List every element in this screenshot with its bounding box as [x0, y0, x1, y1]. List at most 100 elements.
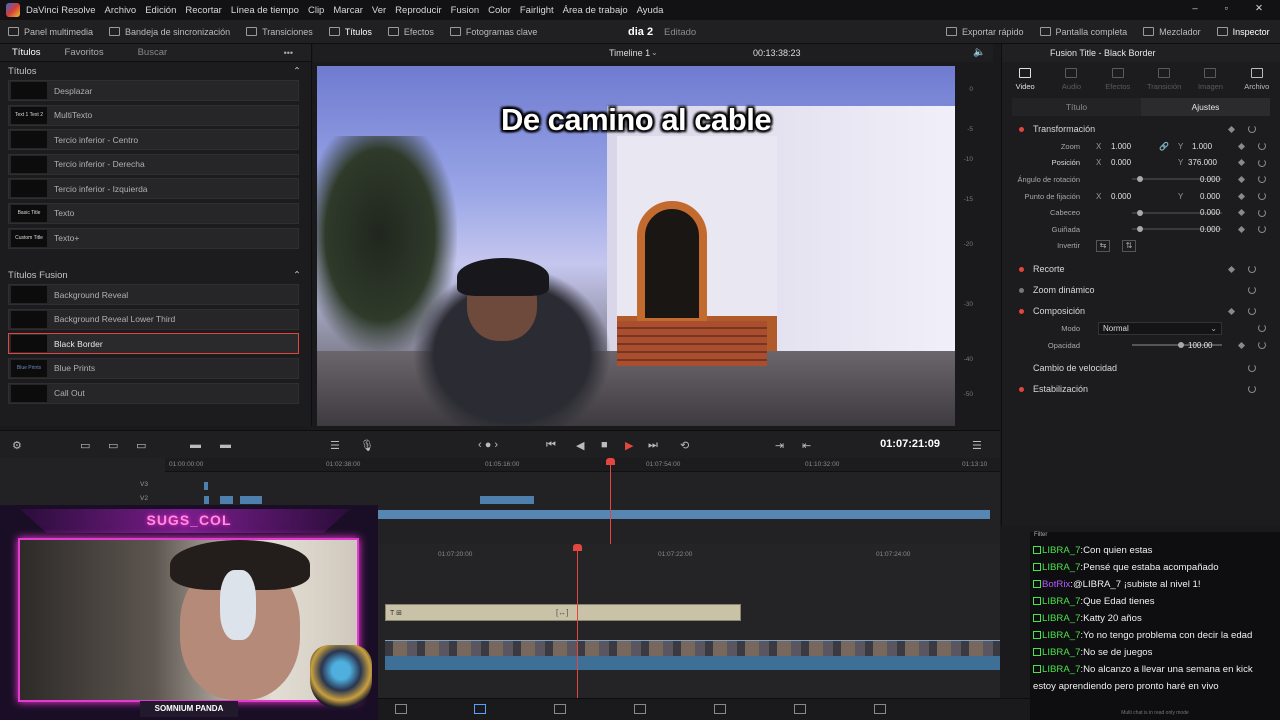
fusion-title-item[interactable]: Call Out [8, 382, 299, 404]
transitions-button[interactable]: Transiciones [238, 20, 321, 44]
playhead-line[interactable] [610, 464, 611, 544]
subtab-settings[interactable]: Ajustes [1141, 98, 1270, 116]
zoom-x-field[interactable]: 1.000 [1111, 142, 1131, 151]
keyframe-icon[interactable] [1237, 142, 1246, 150]
slider-knob[interactable] [1178, 342, 1184, 349]
keyframe-icon[interactable] [1227, 307, 1236, 315]
timeline-clip[interactable] [220, 496, 233, 504]
fusion-title-item-selected[interactable]: Black Border [8, 333, 299, 355]
speaker-icon[interactable]: 🔈 [973, 47, 985, 58]
pitch-field[interactable]: 0.000 [1200, 208, 1220, 217]
slider-knob[interactable] [1137, 176, 1143, 183]
fusion-page-icon[interactable] [634, 704, 646, 714]
timeline-view-icon[interactable]: ⚙ [12, 439, 22, 452]
reset-icon[interactable] [1248, 307, 1256, 316]
mark-in-icon[interactable]: ⇥ [775, 439, 784, 452]
go-to-start-icon[interactable]: ⏮ [546, 439, 556, 452]
flip-vertical-icon[interactable]: ⇅ [1122, 239, 1136, 252]
playhead-line[interactable] [577, 550, 578, 698]
reset-icon[interactable] [1258, 142, 1266, 151]
position-y-field[interactable]: 376.000 [1188, 158, 1217, 167]
cut-page-icon[interactable] [474, 704, 486, 714]
quick-export-button[interactable]: Exportar rápido [938, 20, 1032, 44]
video-clip-thumbnails[interactable] [385, 640, 1000, 656]
keyframe-icon[interactable] [1237, 175, 1246, 184]
keyframe-icon[interactable] [1227, 265, 1236, 273]
rotation-field[interactable]: 0.000 [1200, 175, 1220, 184]
tab-titles[interactable]: Títulos [0, 47, 53, 58]
fusion-title-item[interactable]: Background Reveal [8, 284, 299, 306]
minimize-icon[interactable]: – [1192, 3, 1197, 14]
tab-image[interactable]: Imagen [1187, 68, 1233, 91]
timeline-clip[interactable] [204, 496, 209, 504]
insert-icon[interactable]: ▬ [190, 439, 201, 451]
reset-icon[interactable] [1258, 341, 1266, 350]
detail-timeline[interactable]: 01:07:20:00 01:07:22:00 01:07:24:00 T ⊞ [… [378, 544, 1000, 698]
yaw-field[interactable]: 0.000 [1200, 225, 1220, 234]
timeline-video-track-clip[interactable] [378, 510, 990, 519]
group-speed-change[interactable]: Cambio de velocidad [1004, 359, 1270, 377]
menu-icon[interactable]: ☰ [972, 439, 982, 452]
enable-dot-icon[interactable] [1019, 266, 1024, 272]
tab-file[interactable]: Archivo [1234, 68, 1280, 91]
fusion-title-item[interactable]: Blue Prints Blue Prints [8, 357, 299, 379]
title-item[interactable]: Tercio inferior - Centro [8, 129, 299, 151]
zoom-y-field[interactable]: 1.000 [1192, 142, 1212, 151]
keyframes-button[interactable]: Fotogramas clave [442, 20, 546, 44]
position-x-field[interactable]: 0.000 [1111, 158, 1131, 167]
reset-icon[interactable] [1248, 125, 1256, 133]
enable-dot-icon[interactable] [1019, 126, 1024, 132]
tab-favorites[interactable]: Favoritos [53, 47, 116, 58]
reset-icon[interactable] [1248, 385, 1256, 394]
menu-reproducir[interactable]: Reproducir [395, 5, 441, 16]
title-item[interactable]: Basic Title Texto [8, 202, 299, 224]
sync-bin-button[interactable]: Bandeja de sincronización [101, 20, 238, 44]
reset-icon[interactable] [1248, 364, 1256, 373]
stop-icon[interactable]: ■ [601, 439, 608, 451]
play-icon[interactable]: ▶ [625, 439, 633, 452]
tab-video[interactable]: Video [1002, 68, 1048, 91]
edit-page-icon[interactable] [554, 704, 566, 714]
keyframe-icon[interactable] [1237, 159, 1246, 167]
mark-out-icon[interactable]: ⇤ [802, 439, 811, 452]
reverse-icon[interactable]: ◀ [576, 439, 584, 452]
deliver-page-icon[interactable] [874, 704, 886, 714]
media-pool-button[interactable]: Panel multimedia [0, 20, 101, 44]
menu-fusion[interactable]: Fusion [451, 5, 480, 16]
transition-handle-icon[interactable]: [↔] [556, 608, 568, 617]
menu-edicion[interactable]: Edición [145, 5, 176, 16]
keyframe-icon[interactable] [1237, 341, 1246, 349]
reset-icon[interactable] [1258, 208, 1266, 217]
group-dynamic-zoom[interactable]: Zoom dinámico [1004, 281, 1270, 299]
enable-dot-icon[interactable] [1019, 386, 1024, 392]
menu-clip[interactable]: Clip [308, 5, 324, 16]
timeline-selector[interactable]: Timeline 1 [609, 48, 650, 58]
menu-ver[interactable]: Ver [372, 5, 386, 16]
section-titles[interactable]: Títulos ⌃ [0, 62, 311, 80]
overwrite-icon[interactable]: ▬ [220, 439, 231, 451]
reset-icon[interactable] [1248, 265, 1256, 274]
opacity-field[interactable]: 100.00 [1188, 341, 1212, 350]
enable-dot-icon[interactable] [1019, 308, 1024, 314]
maximize-icon[interactable]: ▫ [1225, 3, 1228, 14]
timeline-ruler[interactable]: 01:00:00:00 01:02:38:00 01:05:16:00 01:0… [165, 458, 1000, 472]
chat-filter[interactable]: Filter [1030, 532, 1280, 542]
search-input[interactable]: Buscar [138, 47, 224, 58]
media-page-icon[interactable] [395, 704, 407, 714]
enable-dot-icon[interactable] [1019, 287, 1024, 293]
inspector-button[interactable]: Inspector [1209, 20, 1278, 44]
tab-effects[interactable]: Efectos [1095, 68, 1141, 91]
timeline-clip[interactable] [240, 496, 262, 504]
mic-icon[interactable]: 🎙 [360, 439, 374, 452]
anchor-x-field[interactable]: 0.000 [1111, 192, 1131, 201]
fusion-title-item[interactable]: Background Reveal Lower Third [8, 308, 299, 330]
mixer-button[interactable]: Mezclador [1135, 20, 1209, 44]
edit-tool-icon[interactable]: ▭ [80, 439, 90, 452]
tab-audio[interactable]: Audio [1048, 68, 1094, 91]
section-fusion-titles[interactable]: Títulos Fusion ⌃ [0, 266, 311, 284]
menu-linea-de-tiempo[interactable]: Línea de tiempo [231, 5, 299, 16]
title-item[interactable]: Tercio inferior - Derecha [8, 153, 299, 175]
flip-horizontal-icon[interactable]: ⇆ [1096, 239, 1110, 252]
keyframe-icon[interactable] [1237, 209, 1246, 217]
menu-marcar[interactable]: Marcar [333, 5, 363, 16]
